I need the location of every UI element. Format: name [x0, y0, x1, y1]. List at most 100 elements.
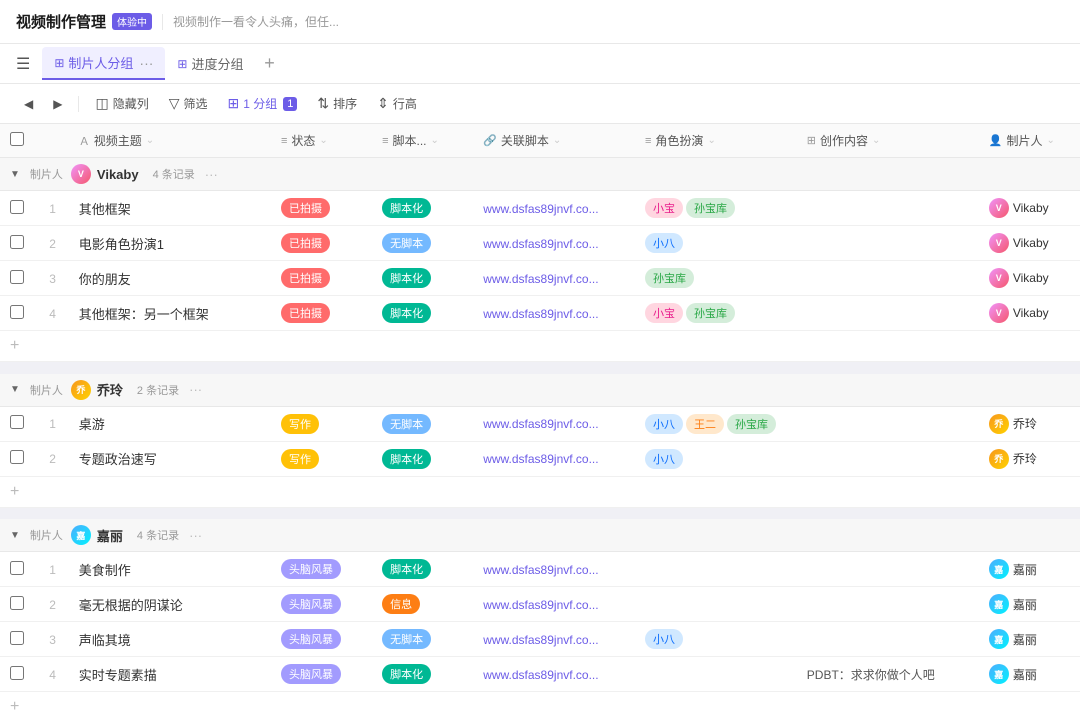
row-link-cell[interactable]: www.dsfas89jnvf.co...	[473, 552, 635, 587]
add-row-button[interactable]: +	[10, 698, 19, 710]
table-row: 2 电影角色扮演1 已拍摄 无脚本 www.dsfas89jnvf.co... …	[0, 226, 1080, 261]
row-checkbox[interactable]	[10, 270, 24, 284]
hide-columns-button[interactable]: ◫ 隐藏列	[87, 91, 156, 116]
row-link-cell[interactable]: www.dsfas89jnvf.co...	[473, 191, 635, 226]
link-text[interactable]: www.dsfas89jnvf.co...	[483, 633, 598, 647]
link-text[interactable]: www.dsfas89jnvf.co...	[483, 598, 598, 612]
th-editor[interactable]: 👤制片人⌄	[979, 124, 1080, 158]
link-text[interactable]: www.dsfas89jnvf.co...	[483, 452, 598, 466]
row-video-cell[interactable]: 声临其境	[69, 622, 271, 657]
row-checkbox[interactable]	[10, 631, 24, 645]
add-row-button[interactable]: +	[10, 483, 19, 500]
th-script[interactable]: ≡脚本...⌄	[372, 124, 473, 158]
row-link-cell[interactable]: www.dsfas89jnvf.co...	[473, 226, 635, 261]
row-video-cell[interactable]: 你的朋友	[69, 261, 271, 296]
link-text[interactable]: www.dsfas89jnvf.co...	[483, 307, 598, 321]
th-editor-sort[interactable]: ⌄	[1047, 135, 1055, 146]
th-video-sort[interactable]: ⌄	[146, 135, 154, 146]
add-tab-button[interactable]: +	[256, 50, 284, 78]
link-text[interactable]: www.dsfas89jnvf.co...	[483, 237, 598, 251]
group-more-jiali[interactable]: ···	[189, 528, 202, 543]
row-checkbox-cell	[0, 261, 36, 296]
th-status-sort[interactable]: ⌄	[319, 135, 327, 146]
row-link-cell[interactable]: www.dsfas89jnvf.co...	[473, 261, 635, 296]
row-link-cell[interactable]: www.dsfas89jnvf.co...	[473, 587, 635, 622]
link-text[interactable]: www.dsfas89jnvf.co...	[483, 272, 598, 286]
back-button[interactable]: ◀	[16, 93, 41, 115]
link-text[interactable]: www.dsfas89jnvf.co...	[483, 668, 598, 682]
row-num: 2	[49, 237, 56, 251]
th-link[interactable]: 🔗 关联脚本 ⌄	[473, 124, 635, 158]
th-video[interactable]: Ａ视频主题⌄	[69, 124, 271, 158]
forward-button[interactable]: ▶	[45, 93, 70, 115]
row-video-cell[interactable]: 其他框架：另一个框架	[69, 296, 271, 331]
row-checkbox[interactable]	[10, 235, 24, 249]
group-more-qiaoling[interactable]: ···	[189, 382, 202, 397]
status-badge: 头脑风暴	[281, 594, 341, 614]
th-content[interactable]: ⊞创作内容⌄	[797, 124, 979, 158]
row-content-cell	[797, 191, 979, 226]
row-content-cell	[797, 552, 979, 587]
editor-avatar: 乔	[989, 449, 1009, 469]
row-video-cell[interactable]: 毫无根据的阴谋论	[69, 587, 271, 622]
th-role-sort[interactable]: ⌄	[707, 135, 715, 146]
link-text[interactable]: www.dsfas89jnvf.co...	[483, 417, 598, 431]
row-checkbox[interactable]	[10, 666, 24, 680]
row-height-button[interactable]: ⇕ 行高	[369, 91, 425, 116]
hamburger-menu[interactable]: ☰	[16, 54, 30, 74]
group-button[interactable]: ⊞ 1 分组 1	[220, 91, 306, 116]
add-row-button[interactable]: +	[10, 337, 19, 354]
row-link-cell[interactable]: www.dsfas89jnvf.co...	[473, 441, 635, 476]
row-video-cell[interactable]: 其他框架	[69, 191, 271, 226]
group-chevron-vikaby[interactable]: ▼	[10, 169, 20, 180]
group-chevron-qiaoling[interactable]: ▼	[10, 384, 20, 395]
row-link-cell[interactable]: www.dsfas89jnvf.co...	[473, 622, 635, 657]
filter-button[interactable]: ▽ 筛选	[161, 91, 216, 116]
group-label-jiali: 制片人	[30, 527, 63, 543]
row-content-cell	[797, 296, 979, 331]
row-video-cell[interactable]: 桌游	[69, 406, 271, 441]
row-num: 3	[49, 633, 56, 647]
row-link-cell[interactable]: www.dsfas89jnvf.co...	[473, 296, 635, 331]
tab-group1[interactable]: ⊞ 制片人分组 ···	[42, 47, 165, 80]
th-status[interactable]: ≡状态⌄	[271, 124, 372, 158]
row-checkbox[interactable]	[10, 596, 24, 610]
group-spacer-cell	[0, 507, 1080, 519]
editor-avatar: V	[989, 303, 1009, 323]
sort-button[interactable]: ⇅ 排序	[309, 91, 365, 116]
row-content-cell	[797, 406, 979, 441]
group-header-cell-qiaoling: ▼ 制片人 乔 乔玲 2 条记录 ···	[0, 374, 1080, 407]
role-tag: 王二	[686, 414, 724, 434]
row-script-cell: 无脚本	[372, 622, 473, 657]
th-link-sort[interactable]: ⌄	[553, 135, 561, 146]
tab-group1-more[interactable]: ···	[139, 55, 153, 71]
link-text[interactable]: www.dsfas89jnvf.co...	[483, 202, 598, 216]
row-checkbox[interactable]	[10, 200, 24, 214]
row-video-cell[interactable]: 实时专题素描	[69, 657, 271, 692]
th-script-sort[interactable]: ⌄	[431, 135, 439, 146]
table-header-row: Ａ视频主题⌄ ≡状态⌄ ≡脚本...⌄ 🔗 关联脚本 ⌄ ≡角色扮演⌄ ⊞创作内容⌄	[0, 124, 1080, 158]
th-content-sort[interactable]: ⌄	[872, 135, 880, 146]
row-video-cell[interactable]: 专题政治速写	[69, 441, 271, 476]
row-link-cell[interactable]: www.dsfas89jnvf.co...	[473, 406, 635, 441]
row-content-cell	[797, 441, 979, 476]
th-role[interactable]: ≡角色扮演⌄	[635, 124, 797, 158]
editor-name: 乔玲	[1013, 415, 1037, 432]
th-link-label: 关联脚本	[501, 132, 549, 149]
row-checkbox[interactable]	[10, 450, 24, 464]
group-chevron-jiali[interactable]: ▼	[10, 530, 20, 541]
select-all-checkbox[interactable]	[10, 132, 24, 146]
row-checkbox[interactable]	[10, 561, 24, 575]
row-video-cell[interactable]: 电影角色扮演1	[69, 226, 271, 261]
link-text[interactable]: www.dsfas89jnvf.co...	[483, 563, 598, 577]
table-row: 3 你的朋友 已拍摄 脚本化 www.dsfas89jnvf.co... 孙宝库…	[0, 261, 1080, 296]
th-link-icon: 🔗	[483, 134, 497, 147]
tab-progress[interactable]: ⊞ 进度分组	[165, 48, 255, 79]
th-checkbox[interactable]	[0, 124, 36, 158]
row-checkbox[interactable]	[10, 415, 24, 429]
row-checkbox[interactable]	[10, 305, 24, 319]
row-video-cell[interactable]: 美食制作	[69, 552, 271, 587]
row-link-cell[interactable]: www.dsfas89jnvf.co...	[473, 657, 635, 692]
group-more-vikaby[interactable]: ···	[205, 167, 218, 182]
app-title: 视频制作管理	[16, 11, 106, 32]
